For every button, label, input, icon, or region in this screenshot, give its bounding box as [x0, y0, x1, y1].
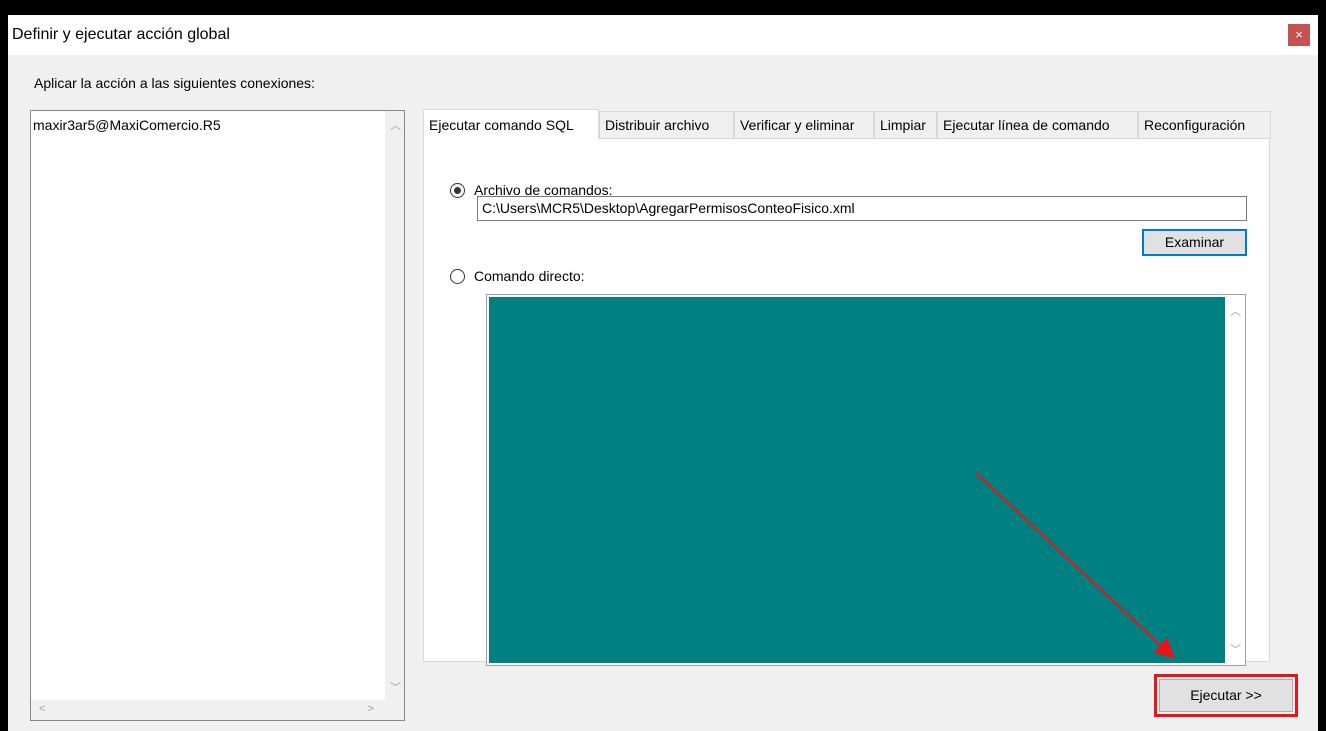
tab-limpiar[interactable]: Limpiar: [874, 111, 937, 139]
browse-button[interactable]: Examinar: [1142, 229, 1247, 256]
direct-option-label: Comando directo:: [474, 268, 585, 284]
direct-command-textarea[interactable]: ︿ ﹀: [486, 294, 1246, 666]
chevron-up-icon[interactable]: ︿: [390, 117, 401, 133]
dialog-window: Definir y ejecutar acción global × Aplic…: [8, 15, 1318, 731]
command-text-area[interactable]: [489, 297, 1225, 663]
tab-verificar-eliminar[interactable]: Verificar y eliminar: [734, 111, 874, 139]
horizontal-scrollbar[interactable]: < >: [31, 700, 404, 720]
command-scrollbar[interactable]: ︿ ﹀: [1225, 295, 1245, 665]
connections-label: Aplicar la acción a las siguientes conex…: [34, 75, 315, 91]
chevron-up-icon[interactable]: ︿: [1230, 303, 1241, 319]
title-bar: Definir y ejecutar acción global ×: [8, 15, 1318, 55]
connections-listbox[interactable]: maxir3ar5@MaxiComercio.R5 ︿ ﹀ < >: [30, 110, 405, 721]
chevron-down-icon[interactable]: ﹀: [1230, 641, 1241, 657]
window-title: Definir y ejecutar acción global: [12, 26, 230, 43]
chevron-down-icon[interactable]: ﹀: [390, 679, 401, 695]
direct-option-radio[interactable]: [450, 269, 465, 284]
tab-ejecutar-linea-comando[interactable]: Ejecutar línea de comando: [937, 111, 1138, 139]
chevron-right-icon[interactable]: >: [368, 703, 374, 715]
list-item[interactable]: maxir3ar5@MaxiComercio.R5: [33, 117, 221, 133]
vertical-scrollbar[interactable]: ︿ ﹀: [385, 111, 404, 701]
close-icon[interactable]: ×: [1288, 24, 1310, 46]
file-option-radio[interactable]: [450, 183, 465, 198]
file-path-field[interactable]: C:\Users\MCR5\Desktop\AgregarPermisosCon…: [477, 196, 1247, 221]
sql-tab-panel: Archivo de comandos: C:\Users\MCR5\Deskt…: [423, 138, 1270, 666]
tab-reconfiguracion[interactable]: Reconfiguración: [1138, 111, 1271, 139]
execute-button[interactable]: Ejecutar >>: [1159, 679, 1293, 712]
tab-distribuir-archivo[interactable]: Distribuir archivo: [599, 111, 734, 139]
chevron-left-icon[interactable]: <: [39, 703, 45, 715]
tab-ejecutar-comando-sql[interactable]: Ejecutar comando SQL: [423, 109, 599, 139]
execute-highlight: Ejecutar >>: [1154, 674, 1298, 717]
